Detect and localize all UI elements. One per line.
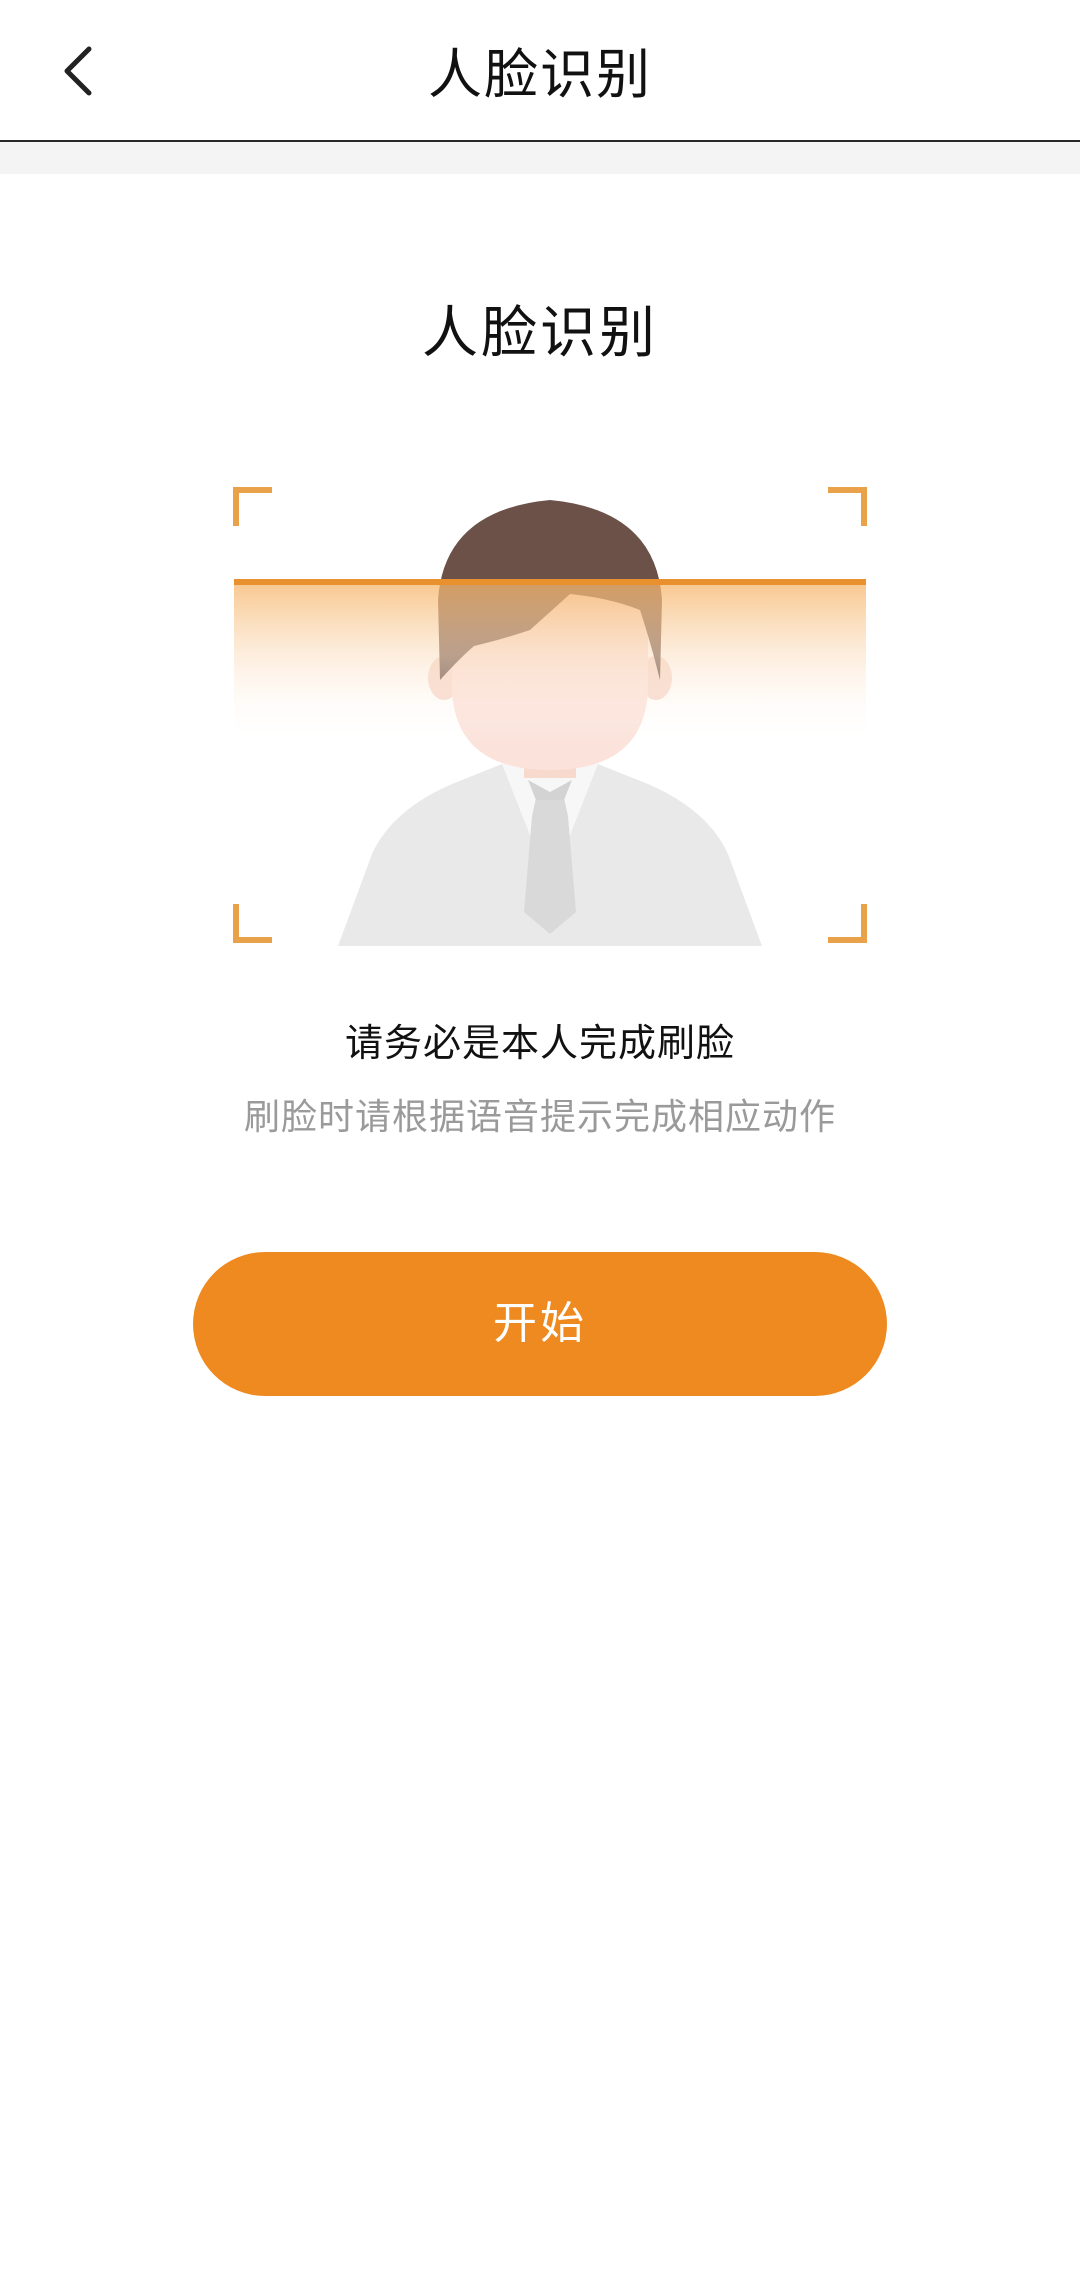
nav-title: 人脸识别 bbox=[428, 43, 652, 106]
start-button[interactable]: 开始 bbox=[193, 1252, 887, 1396]
page-heading: 人脸识别 bbox=[422, 301, 658, 366]
instruction-primary: 请务必是本人完成刷脸 bbox=[344, 1021, 735, 1065]
header-divider-band bbox=[0, 142, 1080, 174]
nav-bar: 人脸识别 bbox=[0, 0, 1080, 142]
face-scan-icon bbox=[230, 480, 870, 960]
instruction-secondary: 刷脸时请根据语音提示完成相应动作 bbox=[243, 1097, 836, 1138]
